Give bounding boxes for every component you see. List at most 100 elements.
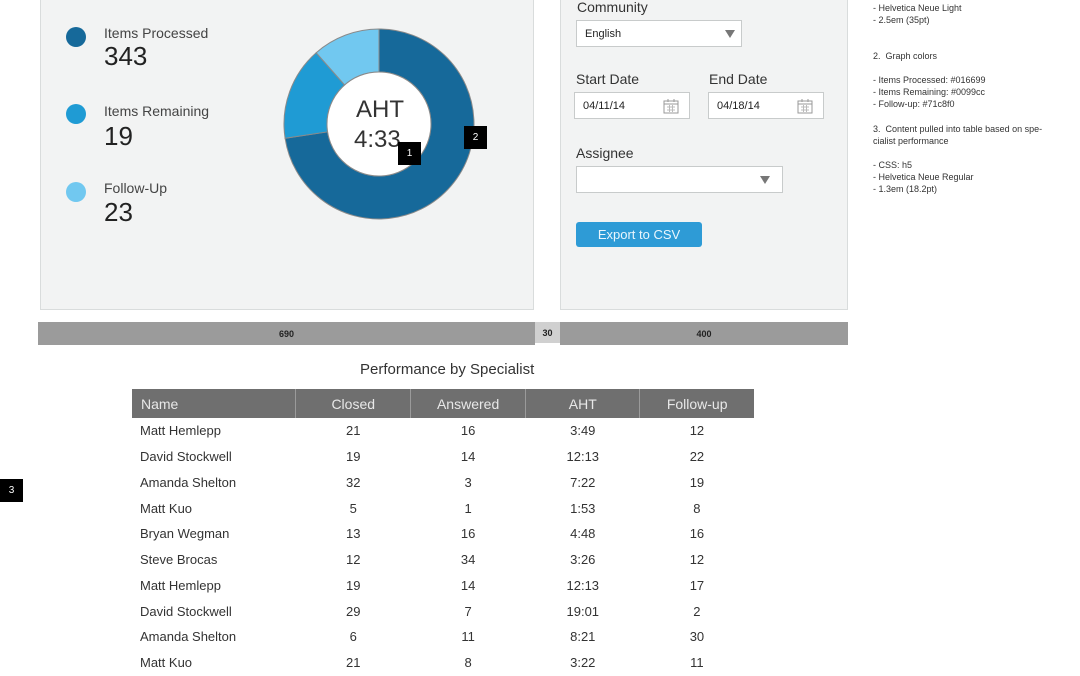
table-row: Amanda Shelton 32 3 7:22 19 [132,470,754,496]
table-row: David Stockwell 29 7 19:01 2 [132,598,754,624]
cell-closed: 21 [346,655,361,671]
cell-closed: 12 [346,552,361,568]
column-header-name[interactable]: Name [132,389,297,418]
table-row: Matt Kuo 21 8 3:22 11 [132,650,754,676]
cell-aht: 3:22 [570,655,596,671]
note-table-css: - CSS: h5 - Helvetica Neue Regular - 1.3… [873,160,974,194]
cell-follow-up: 19 [689,474,705,490]
cell-closed: 32 [346,474,361,490]
cell-answered: 3 [464,474,472,490]
cell-answered: 7 [464,603,472,619]
community-label: Community [577,0,648,15]
cell-name: Matt Kuo [140,655,193,671]
table-title: Performance by Specialist [360,361,535,378]
follow-up-dot [66,182,86,202]
community-select[interactable]: English [576,20,742,47]
performance-table: Name Closed Answered AHT Follow-up Matt … [132,389,754,676]
start-date-label: Start Date [576,71,640,87]
assignee-select[interactable] [576,166,783,193]
callout-2: 2 [464,126,487,149]
cell-name: Matt Hemlepp [140,423,221,439]
width-indicator-right: 400 [560,322,848,345]
cell-aht: 1:53 [570,500,596,516]
community-value: English [585,27,622,40]
cell-aht: 8:21 [570,629,596,645]
cell-name: Steve Brocas [140,552,218,568]
table-row: Matt Hemlepp 19 14 12:13 17 [132,573,754,599]
cell-closed: 21 [346,423,361,439]
items-remaining-label: Items Remaining [104,103,210,119]
end-date-value: 04/18/14 [717,99,760,112]
cell-name: Matt Hemlepp [140,577,221,593]
note-font-spec: - Helvetica Neue Light - 2.5em (35pt) [873,3,962,25]
callout-1: 1 [398,142,421,165]
cell-answered: 14 [460,449,476,465]
cell-closed: 19 [346,577,361,593]
cell-follow-up: 22 [689,449,705,465]
cell-aht: 3:26 [570,552,596,568]
table-row: Bryan Wegman 13 16 4:48 16 [132,521,754,547]
calendar-icon[interactable] [797,98,813,114]
aht-title: AHT [356,96,404,123]
cell-aht: 4:48 [570,526,596,542]
cell-name: David Stockwell [140,603,232,619]
calendar-icon[interactable] [663,98,679,114]
cell-answered: 14 [460,577,476,593]
table-row: Matt Hemlepp 21 16 3:49 12 [132,418,754,444]
cell-name: Bryan Wegman [140,526,230,542]
width-indicator-gap: 30 [535,322,560,343]
cell-closed: 5 [349,500,357,516]
cell-aht: 19:01 [566,603,600,619]
table-row: Steve Brocas 12 34 3:26 12 [132,547,754,573]
cell-name: Amanda Shelton [140,474,237,490]
note-graph-colors-heading: 2. Graph colors [873,51,938,61]
items-remaining-value: 19 [104,121,133,151]
items-processed-value: 343 [104,41,148,71]
callout-3: 3 [0,479,23,502]
cell-follow-up: 2 [693,603,701,619]
column-header-follow-up[interactable]: Follow-up [639,389,754,418]
aht-donut-chart [283,28,475,220]
export-csv-button[interactable]: Export to CSV [576,222,702,247]
cell-follow-up: 12 [689,552,705,568]
cell-aht: 7:22 [570,474,596,490]
start-date-value: 04/11/14 [583,99,626,112]
column-header-closed[interactable]: Closed [295,389,412,418]
cell-answered: 16 [460,423,476,439]
assignee-label: Assignee [576,145,634,161]
table-row: Amanda Shelton 6 11 8:21 30 [132,624,754,650]
cell-aht: 3:49 [570,423,596,439]
cell-answered: 1 [464,500,472,516]
cell-follow-up: 8 [693,500,701,516]
cell-follow-up: 16 [689,526,705,542]
cell-name: Matt Kuo [140,500,193,516]
follow-up-label: Follow-Up [104,180,168,196]
start-date-input[interactable]: 04/11/14 [574,92,690,119]
cell-closed: 13 [346,526,361,542]
items-remaining-dot [66,104,86,124]
cell-follow-up: 30 [689,629,705,645]
follow-up-value: 23 [104,197,133,227]
cell-follow-up: 11 [690,655,704,671]
cell-closed: 6 [349,629,357,645]
end-date-input[interactable]: 04/18/14 [708,92,824,119]
cell-answered: 11 [461,629,475,645]
items-processed-dot [66,27,86,47]
column-header-aht[interactable]: AHT [525,389,641,418]
cell-name: David Stockwell [140,449,232,465]
cell-aht: 12:13 [566,577,600,593]
chevron-down-icon [725,30,735,38]
cell-answered: 16 [460,526,476,542]
cell-follow-up: 12 [689,423,705,439]
note-table-content: 3. Content pulled into table based on sp… [873,124,1043,146]
chevron-down-icon [760,176,770,184]
cell-aht: 12:13 [566,449,600,465]
cell-name: Amanda Shelton [140,629,237,645]
cell-closed: 29 [346,603,361,619]
column-header-answered[interactable]: Answered [410,389,527,418]
cell-answered: 34 [460,552,476,568]
cell-closed: 19 [346,449,361,465]
cell-follow-up: 17 [689,577,705,593]
table-row: David Stockwell 19 14 12:13 22 [132,444,754,470]
cell-answered: 8 [464,655,472,671]
